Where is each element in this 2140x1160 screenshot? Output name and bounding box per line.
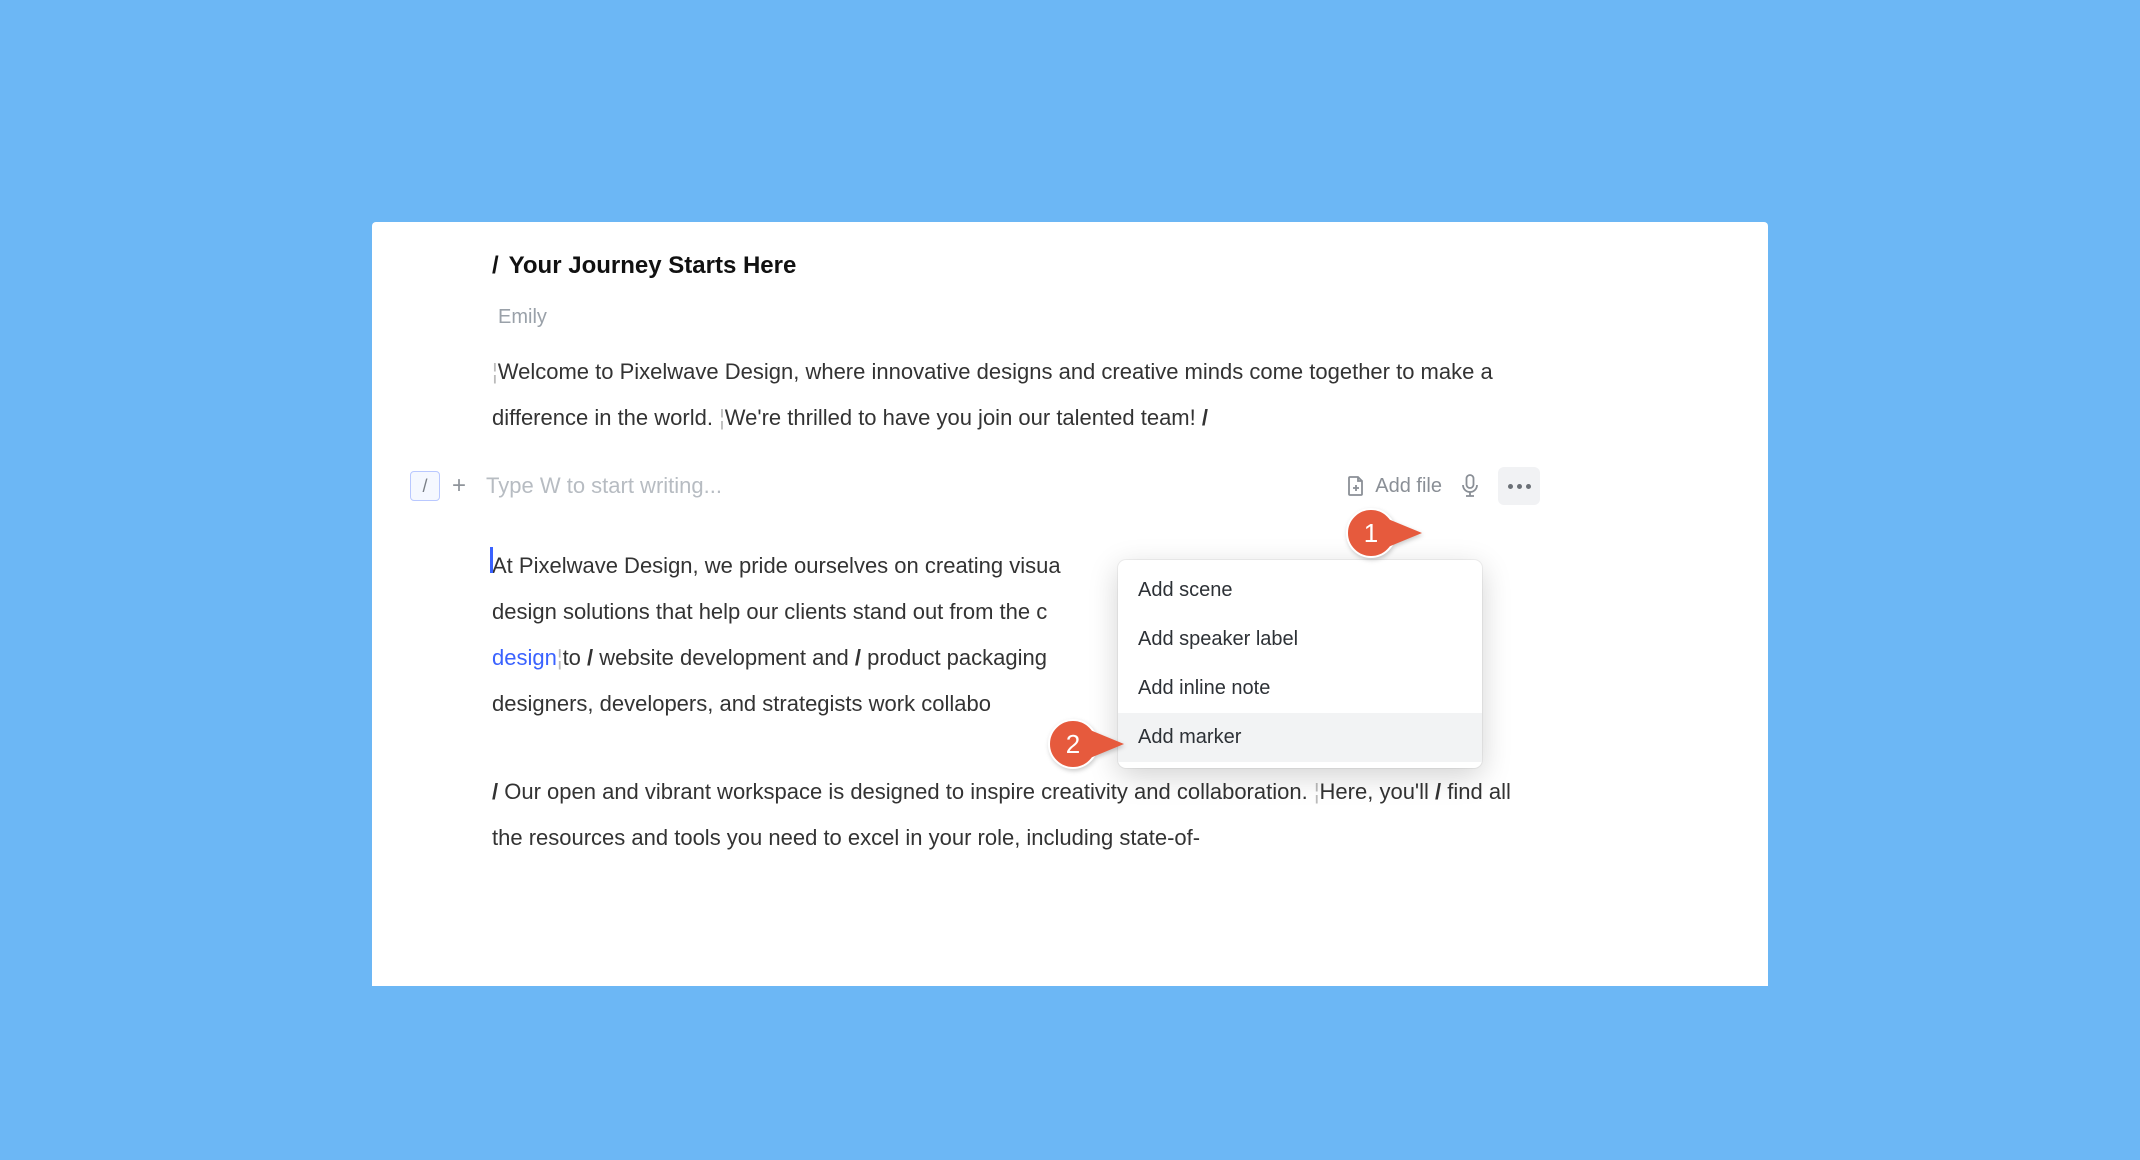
dots-icon bbox=[1526, 484, 1531, 489]
document-header: / Your Journey Starts Here bbox=[492, 252, 1688, 280]
add-file-label: Add file bbox=[1375, 475, 1442, 498]
annotation-callout-2: 2 bbox=[1048, 719, 1124, 769]
paragraph-1[interactable]: ¦Welcome to Pixelwave Design, where inno… bbox=[492, 349, 1512, 441]
add-file-button[interactable]: Add file bbox=[1345, 474, 1442, 498]
callout-pointer-icon bbox=[1090, 730, 1124, 758]
slash: / bbox=[492, 779, 498, 804]
p3-t1: Our open and vibrant workspace is design… bbox=[504, 779, 1307, 804]
p2-mid3: product packaging bbox=[867, 645, 1047, 670]
p3-t2: Here, you'll bbox=[1320, 779, 1429, 804]
design-link[interactable]: design bbox=[492, 645, 557, 670]
page-title[interactable]: Your Journey Starts Here bbox=[509, 252, 797, 280]
editor-placeholder[interactable]: Type W to start writing... bbox=[478, 473, 1333, 499]
menu-item-add-marker[interactable]: Add marker bbox=[1118, 713, 1482, 762]
p1-end-slash: / bbox=[1202, 405, 1208, 430]
header-slash: / bbox=[492, 252, 499, 280]
menu-item-add-scene[interactable]: Add scene bbox=[1118, 566, 1482, 615]
input-actions: Add file bbox=[1345, 467, 1540, 505]
text-cursor bbox=[490, 547, 493, 573]
add-block-button[interactable]: + bbox=[452, 472, 466, 500]
paragraph-3[interactable]: / Our open and vibrant workspace is desi… bbox=[492, 769, 1512, 861]
editor-page: / Your Journey Starts Here Emily ¦Welcom… bbox=[372, 222, 1768, 986]
more-options-button[interactable] bbox=[1498, 467, 1540, 505]
slash: / bbox=[1435, 779, 1441, 804]
p1-sentence-2: We're thrilled to have you join our tale… bbox=[725, 405, 1196, 430]
paragraph-2-wrap: At Pixelwave Design, we pride ourselves … bbox=[492, 543, 1688, 727]
microphone-icon bbox=[1460, 473, 1480, 499]
p2-mid2: website development and bbox=[599, 645, 849, 670]
input-row: / + Type W to start writing... Add file bbox=[410, 467, 1540, 505]
record-button[interactable] bbox=[1460, 473, 1480, 499]
menu-item-add-inline-note[interactable]: Add inline note bbox=[1118, 664, 1482, 713]
slash: / bbox=[587, 645, 593, 670]
p2-line2: design solutions that help our clients s… bbox=[492, 599, 1047, 624]
more-options-menu: Add scene Add speaker label Add inline n… bbox=[1118, 560, 1482, 768]
p2-line4: designers, developers, and strategists w… bbox=[492, 691, 991, 716]
menu-item-add-speaker-label[interactable]: Add speaker label bbox=[1118, 615, 1482, 664]
author-label[interactable]: Emily bbox=[492, 306, 1688, 329]
callout-pointer-icon bbox=[1388, 519, 1422, 547]
dots-icon bbox=[1517, 484, 1522, 489]
annotation-callout-1: 1 bbox=[1346, 508, 1422, 558]
slash-label: / bbox=[422, 476, 427, 497]
slash-command-button[interactable]: / bbox=[410, 471, 440, 501]
slash: / bbox=[855, 645, 861, 670]
p2-line1: At Pixelwave Design, we pride ourselves … bbox=[492, 553, 1061, 578]
stage: / Your Journey Starts Here Emily ¦Welcom… bbox=[312, 174, 1828, 986]
dots-icon bbox=[1508, 484, 1513, 489]
file-plus-icon bbox=[1345, 474, 1367, 498]
p2-mid1: to bbox=[563, 645, 581, 670]
